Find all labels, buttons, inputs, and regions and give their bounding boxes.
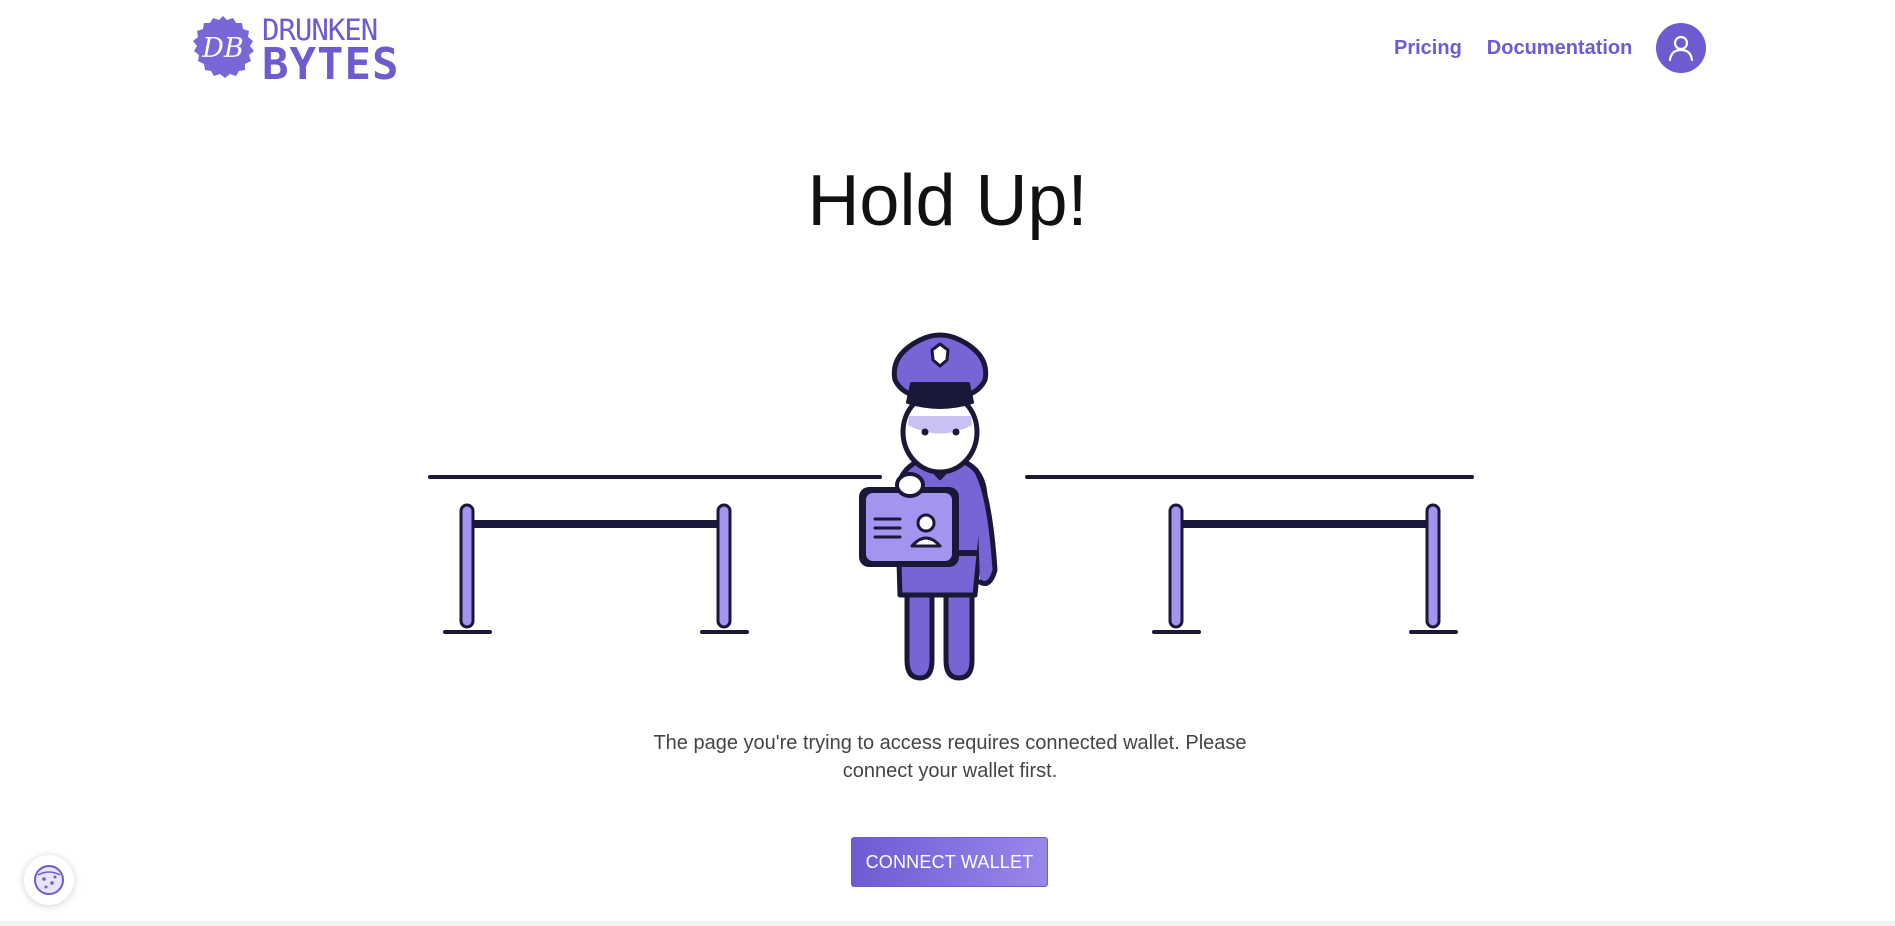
page-bottom-divider <box>0 921 1895 926</box>
logo-badge-icon: DB <box>193 16 254 78</box>
main-nav: Pricing Documentation <box>1394 30 1632 66</box>
site-header: DB DRUNKEN BYTES Pricing Documentation <box>0 0 1895 100</box>
wallet-required-message: The page you're trying to access require… <box>653 732 1247 782</box>
user-icon <box>1668 35 1694 62</box>
nav-link-pricing[interactable]: Pricing <box>1394 30 1462 66</box>
logo-line-2: BYTES <box>262 39 400 90</box>
svg-text:DB: DB <box>201 33 244 64</box>
page-title: Hold Up! <box>807 161 1088 241</box>
logo-wordmark: DRUNKEN BYTES <box>262 16 399 87</box>
cookie-icon <box>34 865 64 895</box>
nav-link-documentation[interactable]: Documentation <box>1487 30 1633 66</box>
site-logo[interactable]: DB DRUNKEN BYTES <box>190 14 410 87</box>
user-menu-button[interactable] <box>1656 23 1706 73</box>
connect-wallet-button[interactable]: CONNECT WALLET <box>851 837 1048 887</box>
cookie-settings-button[interactable] <box>24 855 74 905</box>
police-guard-illustration <box>428 332 1474 681</box>
